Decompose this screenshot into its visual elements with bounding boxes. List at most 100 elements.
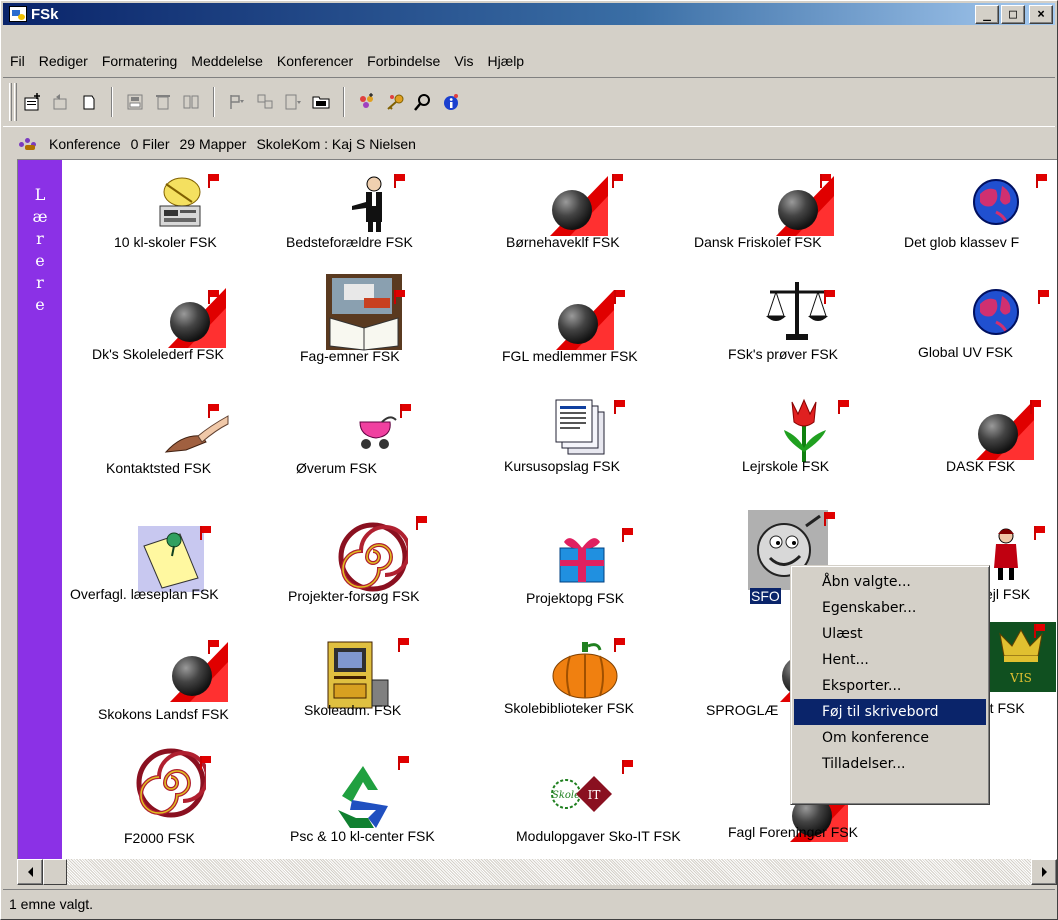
conference-ball-icon[interactable] [162, 640, 232, 707]
new-messages-flag-icon [200, 526, 212, 540]
toolbar-separator [213, 87, 215, 117]
new-messages-flag-icon [416, 516, 428, 530]
documents-icon[interactable] [552, 396, 616, 463]
minimize-button[interactable]: _ [975, 5, 999, 24]
conference-label[interactable]: Kontaktsted FSK [106, 460, 211, 476]
conference-label[interactable]: Dk's Skolelederf FSK [92, 346, 224, 362]
pram-icon[interactable] [352, 412, 402, 455]
toolbar [3, 77, 1055, 127]
conference-label[interactable]: Overfagl. læseplan FSK [70, 586, 219, 602]
menu-konferencer[interactable]: Konferencer [270, 53, 360, 69]
conference-label[interactable]: FGL medlemmer FSK [502, 348, 638, 364]
grandparent-icon[interactable] [336, 172, 400, 239]
books-icon[interactable] [324, 272, 404, 355]
key-icon[interactable] [381, 87, 409, 117]
conference-label[interactable]: Børnehaveklf FSK [506, 234, 620, 250]
new-messages-flag-icon [1034, 624, 1046, 638]
conference-label[interactable]: Fagl Foreninger FSK [728, 824, 858, 840]
conference-label[interactable]: Projektopg FSK [526, 590, 624, 606]
info-icon[interactable] [437, 87, 465, 117]
conference-label[interactable]: Skokons Landsf FSK [98, 706, 229, 722]
unread-icon[interactable] [279, 87, 307, 117]
scroll-thumb[interactable] [43, 859, 67, 885]
menu-formatering[interactable]: Formatering [95, 53, 184, 69]
conference-label[interactable]: Dansk Friskolef FSK [694, 234, 822, 250]
recycle-icon[interactable] [328, 762, 398, 835]
conference-label[interactable]: Skolebiblioteker FSK [504, 700, 634, 716]
conference-label[interactable]: Lejrskole FSK [742, 458, 829, 474]
menu-forbindelse[interactable]: Forbindelse [360, 53, 447, 69]
conference-ball-icon[interactable] [542, 174, 612, 241]
ctx-add-to-desktop[interactable]: Føj til skrivebord [794, 699, 986, 725]
conference-ball-icon[interactable] [548, 288, 618, 355]
new-messages-flag-icon [838, 400, 850, 414]
scroll-right-button[interactable] [1031, 859, 1057, 885]
conference-label[interactable]: Skoleadm. FSK [304, 702, 401, 718]
ctx-properties[interactable]: Egenskaber... [794, 595, 986, 621]
conference-label[interactable]: Psc & 10 kl-center FSK [290, 828, 435, 844]
status-bar: 1 emne valgt. [3, 889, 1055, 917]
conference-label[interactable]: 10 kl-skoler FSK [114, 234, 217, 250]
spiral-icon[interactable] [338, 522, 411, 595]
conference-label[interactable]: Fag-emner FSK [300, 348, 400, 364]
radio-satellite-icon[interactable] [148, 172, 212, 239]
figure-icon[interactable] [986, 524, 1026, 587]
menu-fil[interactable]: Fil [3, 53, 32, 69]
conference-label[interactable]: SFO [750, 588, 781, 604]
globe-icon[interactable] [966, 282, 1030, 349]
conference-label[interactable]: Bedsteforældre FSK [286, 234, 413, 250]
conference-ball-icon[interactable] [968, 398, 1038, 465]
conference-label[interactable]: SPROGLÆ [706, 702, 778, 718]
delete-icon[interactable] [149, 87, 177, 117]
status-text: 1 emne valgt. [9, 895, 94, 912]
conference-label[interactable]: Modulopgaver Sko-IT FSK [516, 828, 681, 844]
toolbar-grip[interactable] [9, 83, 12, 121]
menu-hjaelp[interactable]: Hjælp [481, 53, 532, 69]
ctx-about-conference[interactable]: Om konference [794, 725, 986, 751]
close-button[interactable]: × [1029, 5, 1053, 24]
conference-label[interactable]: Global UV FSK [918, 344, 1013, 360]
conference-label[interactable]: F2000 FSK [124, 830, 195, 846]
conference-label[interactable]: DASK FSK [946, 458, 1015, 474]
menu-vis[interactable]: Vis [447, 53, 480, 69]
search-icon[interactable] [409, 87, 437, 117]
globe-icon[interactable] [966, 172, 1030, 239]
folder-icon[interactable] [307, 87, 335, 117]
scroll-left-button[interactable] [17, 859, 43, 885]
ctx-unread[interactable]: Ulæst [794, 621, 986, 647]
conference-label[interactable]: FSk's prøver FSK [728, 346, 838, 362]
ctx-fetch[interactable]: Hent... [794, 647, 986, 673]
people-icon[interactable] [353, 87, 381, 117]
flag-icon[interactable] [223, 87, 251, 117]
ctx-permissions[interactable]: Tilladelser... [794, 751, 986, 777]
properties-icon[interactable] [177, 87, 205, 117]
gift-icon[interactable] [552, 526, 612, 589]
ctx-export[interactable]: Eksporter... [794, 673, 986, 699]
conference-label[interactable]: Kursusopslag FSK [504, 458, 620, 474]
maximize-button[interactable]: □ [1001, 5, 1025, 24]
conference-label[interactable]: Projekter-forsøg FSK [288, 588, 419, 604]
horizontal-scrollbar[interactable] [17, 859, 1057, 885]
spiral-icon[interactable] [136, 748, 209, 821]
new-messages-flag-icon [208, 404, 220, 418]
toolbar-grip-2[interactable] [14, 83, 17, 121]
menu-rediger[interactable]: Rediger [32, 53, 95, 69]
sidebar-char: æ [32, 207, 48, 226]
skole-it-icon[interactable]: Skole IT [548, 770, 618, 823]
conference-label[interactable]: Det glob klassev F [904, 234, 1019, 250]
read-icon[interactable] [251, 87, 279, 117]
new-messages-flag-icon [208, 640, 220, 654]
new-message-icon[interactable] [19, 87, 47, 117]
arrow-left-icon [27, 867, 33, 877]
pumpkin-icon[interactable] [550, 640, 620, 703]
save-icon[interactable] [121, 87, 149, 117]
scales-icon[interactable] [762, 276, 832, 349]
conference-label[interactable]: Øverum FSK [296, 460, 377, 476]
arrow-right-icon [1041, 867, 1047, 877]
open-icon[interactable] [75, 87, 103, 117]
menu-meddelelse[interactable]: Meddelelse [184, 53, 270, 69]
context-menu: Åbn valgte... Egenskaber... Ulæst Hent..… [790, 565, 990, 805]
ctx-open-selected[interactable]: Åbn valgte... [794, 569, 986, 595]
reply-icon[interactable] [47, 87, 75, 117]
title-bar[interactable]: FSk _ □ × [3, 3, 1055, 25]
